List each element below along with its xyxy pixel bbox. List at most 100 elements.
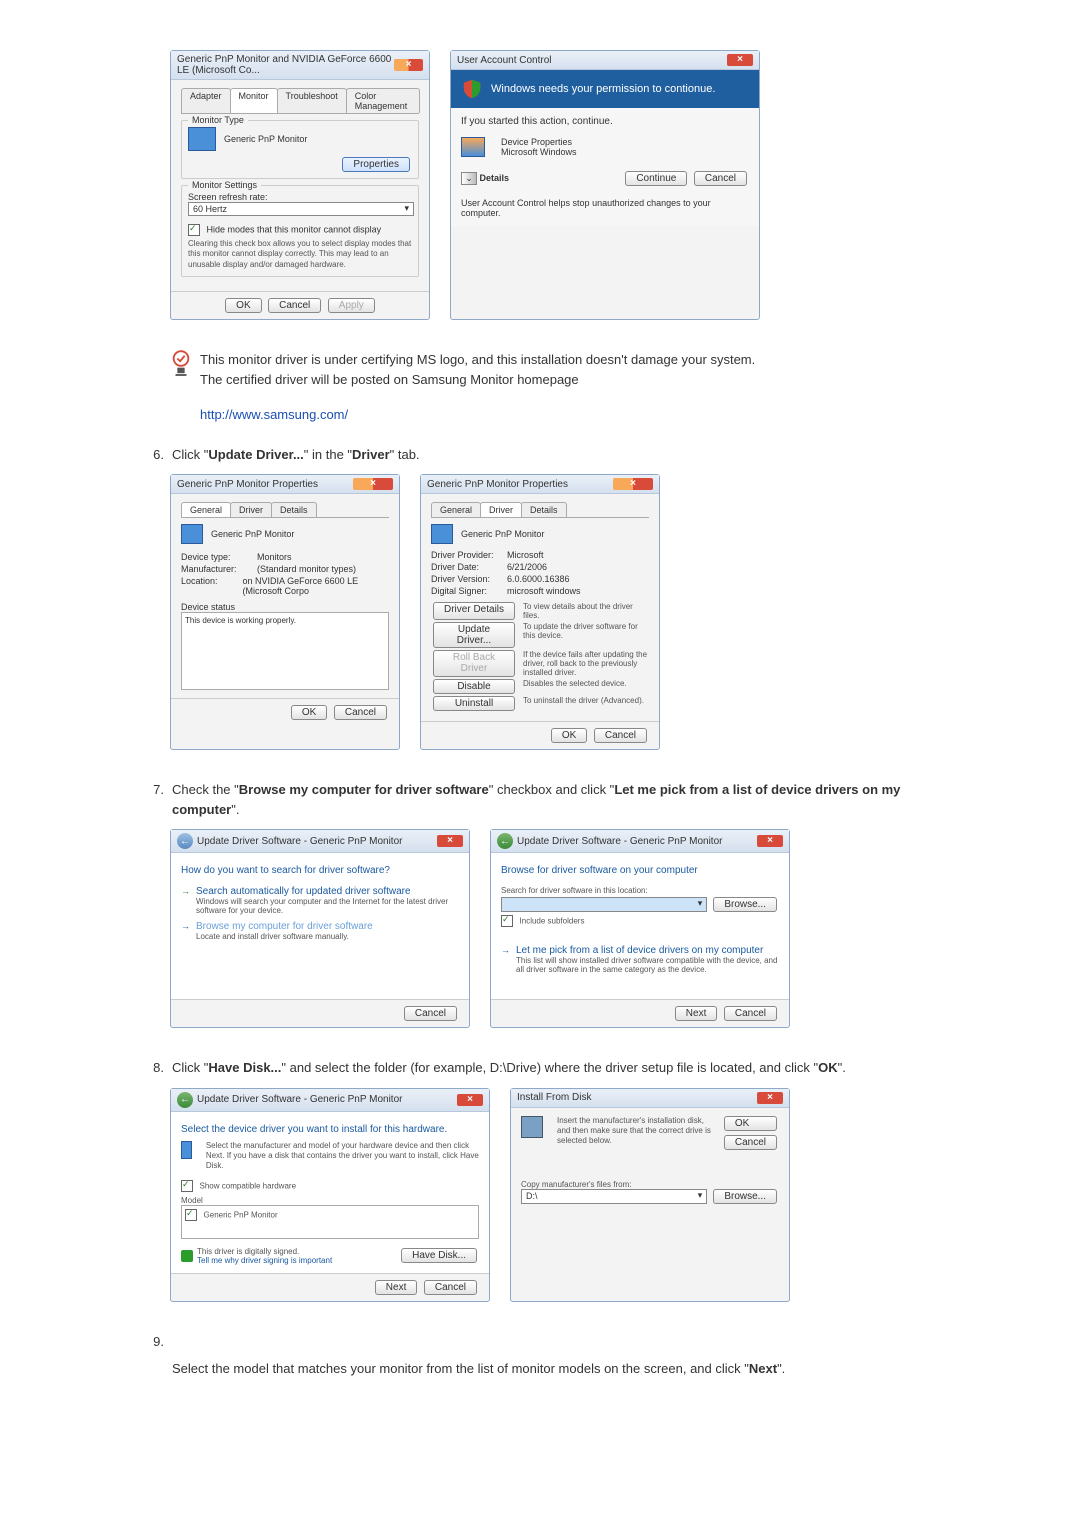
disable-button[interactable]: Disable [433,679,515,694]
titlebar: Generic PnP Monitor and NVIDIA GeForce 6… [171,51,429,80]
back-icon[interactable]: ← [177,833,193,849]
tab-details[interactable]: Details [271,502,317,517]
status-label: Device status [181,602,389,612]
step-num: 9. [140,1332,172,1352]
details-button[interactable]: Details [480,173,510,183]
close-icon[interactable]: × [727,54,753,66]
close-icon[interactable]: × [757,835,783,847]
step-9: 9. [140,1332,940,1352]
update-driver-button[interactable]: Update Driver... [433,622,515,648]
floppy-icon [521,1116,543,1138]
cancel-button[interactable]: Cancel [424,1280,477,1295]
wizard-heading: Select the device driver you want to ins… [181,1124,479,1135]
monitor-icon [431,524,453,544]
path-input[interactable]: D:\ [521,1189,707,1204]
window-title: Generic PnP Monitor and NVIDIA GeForce 6… [177,54,394,76]
window-title: Generic PnP Monitor Properties [177,479,318,490]
window-title: Install From Disk [517,1092,591,1103]
option-browse[interactable]: → Browse my computer for driver software… [181,921,459,941]
close-icon[interactable]: × [757,1092,783,1104]
hide-modes-label: Hide modes that this monitor cannot disp… [207,224,382,234]
breadcrumb: Update Driver Software - Generic PnP Mon… [197,836,402,847]
select-driver-dialog: ← Update Driver Software - Generic PnP M… [170,1088,490,1302]
step-text: Click "Have Disk..." and select the fold… [172,1058,940,1078]
update-driver-search: ← Update Driver Software - Generic PnP M… [170,829,470,1028]
next-button[interactable]: Next [375,1280,418,1295]
wizard-heading: Browse for driver software on your compu… [501,865,779,876]
back-icon[interactable]: ← [497,833,513,849]
monitor-type-group: Monitor Type Generic PnP Monitor Propert… [181,120,419,179]
monitor-icon [181,524,203,544]
uac-publisher: Microsoft Windows [501,147,577,157]
have-disk-button[interactable]: Have Disk... [401,1248,477,1263]
refresh-rate-select[interactable]: 60 Hertz [188,202,414,216]
browse-button[interactable]: Browse... [713,897,777,912]
cancel-button[interactable]: Cancel [724,1135,777,1150]
ok-button[interactable]: OK [724,1116,777,1131]
cancel-button[interactable]: Cancel [334,705,387,720]
driver-details-button[interactable]: Driver Details [433,602,515,620]
step-num: 6. [140,445,172,465]
arrow-icon: → [181,886,190,896]
signed-icon [181,1250,193,1262]
chevron-down-icon[interactable]: ⌄ [461,172,477,185]
cancel-button[interactable]: Cancel [724,1006,777,1021]
properties-button[interactable]: Properties [342,157,410,172]
hide-modes-desc: Clearing this check box allows you to se… [188,239,412,270]
hide-modes-checkbox[interactable] [188,224,200,236]
location-input[interactable] [501,897,707,912]
cancel-button[interactable]: Cancel [694,171,747,186]
ok-button[interactable]: OK [291,705,327,720]
program-icon [461,137,485,157]
refresh-label: Screen refresh rate: [188,192,412,202]
tab-driver[interactable]: Driver [230,502,272,517]
close-icon[interactable]: × [437,835,463,847]
step-num: 7. [140,780,172,800]
close-icon[interactable]: × [457,1094,483,1106]
step-6: 6. Click "Update Driver..." in the "Driv… [140,445,940,465]
close-icon[interactable]: × [394,59,423,71]
next-button[interactable]: Next [675,1006,718,1021]
search-label: Search for driver software in this locat… [501,886,779,895]
cancel-button[interactable]: Cancel [594,728,647,743]
option-pick-list[interactable]: → Let me pick from a list of device driv… [501,945,779,974]
model-list[interactable]: Generic PnP Monitor [181,1205,479,1239]
device-properties-general: Generic PnP Monitor Properties × General… [170,474,400,750]
uac-dialog: User Account Control × Windows needs you… [450,50,760,320]
monitor-icon [188,127,216,151]
tab-general[interactable]: General [431,502,481,517]
arrow-icon: → [501,945,510,955]
apply-button[interactable]: Apply [328,298,375,313]
update-driver-browse: ← Update Driver Software - Generic PnP M… [490,829,790,1028]
browse-button[interactable]: Browse... [713,1189,777,1204]
signing-link[interactable]: Tell me why driver signing is important [197,1256,332,1265]
ok-button[interactable]: OK [551,728,587,743]
shield-icon [461,78,483,100]
uac-started: If you started this action, continue. [461,116,749,127]
rollback-button[interactable]: Roll Back Driver [433,650,515,677]
status-box: This device is working properly. [181,612,389,690]
close-icon[interactable]: × [613,478,653,490]
check-icon [170,350,192,425]
group-label: Monitor Settings [188,180,261,190]
tab-monitor[interactable]: Monitor [230,88,278,113]
tab-color[interactable]: Color Management [346,88,420,113]
step-text: Click "Update Driver..." in the "Driver"… [172,445,940,465]
include-subfolders-checkbox[interactable] [501,915,513,927]
close-icon[interactable]: × [353,478,393,490]
option-auto[interactable]: → Search automatically for updated drive… [181,886,459,915]
tab-driver[interactable]: Driver [480,502,522,517]
cancel-button[interactable]: Cancel [268,298,321,313]
back-icon[interactable]: ← [177,1092,193,1108]
compat-checkbox[interactable] [181,1180,193,1192]
samsung-link[interactable]: http://www.samsung.com/ [200,407,348,422]
continue-button[interactable]: Continue [625,171,687,186]
tab-general[interactable]: General [181,502,231,517]
tab-adapter[interactable]: Adapter [181,88,231,113]
tab-details[interactable]: Details [521,502,567,517]
cancel-button[interactable]: Cancel [404,1006,457,1021]
note-line1: This monitor driver is under certifying … [200,350,755,370]
tab-troubleshoot[interactable]: Troubleshoot [277,88,347,113]
ok-button[interactable]: OK [225,298,261,313]
uninstall-button[interactable]: Uninstall [433,696,515,711]
